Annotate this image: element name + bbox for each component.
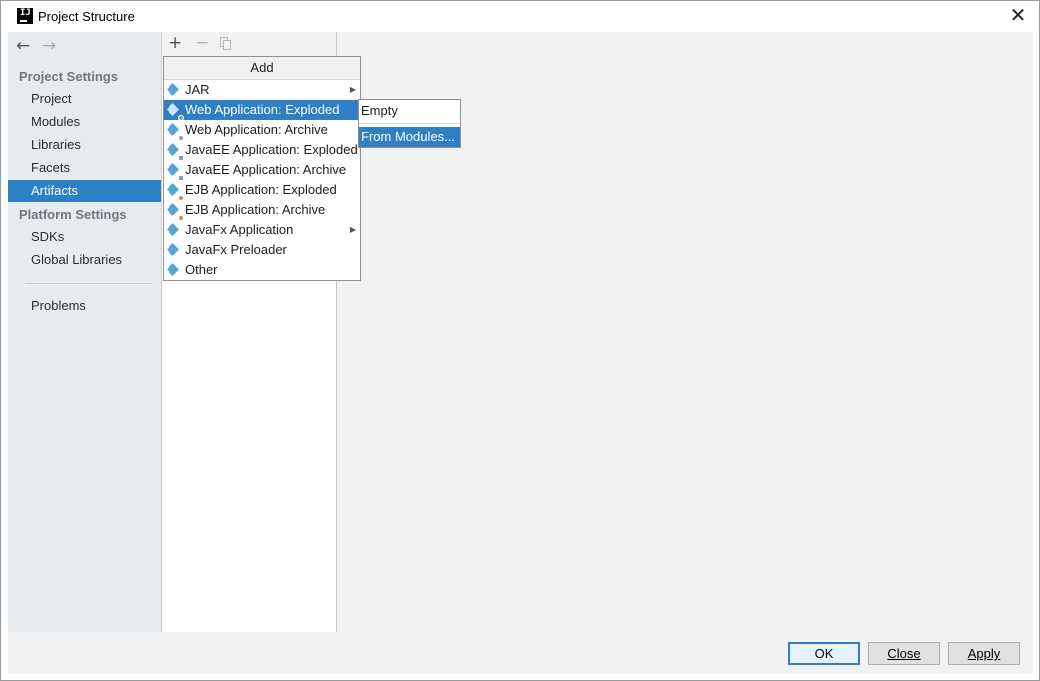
submenu-item-empty[interactable]: Empty <box>359 101 460 121</box>
menu-item-label: JavaFx Preloader <box>185 242 287 257</box>
add-artifact-popup: Add JAR ▶ Web Application: Exploded Web … <box>163 56 361 281</box>
ejb-artifact-icon <box>166 202 184 221</box>
close-button[interactable]: Close <box>868 642 940 665</box>
menu-item-web-application-exploded[interactable]: Web Application: Exploded <box>164 100 360 121</box>
sidebar-item-problems[interactable]: Problems <box>8 295 161 317</box>
artifact-icon <box>166 242 180 257</box>
forward-arrow-icon[interactable]: → <box>42 36 68 56</box>
sidebar-item-facets[interactable]: Facets <box>8 157 161 179</box>
menu-item-label: JAR <box>185 82 210 97</box>
window-title: Project Structure <box>38 9 135 24</box>
menu-item-javafx-application[interactable]: JavaFx Application ▶ <box>164 220 360 240</box>
web-exploded-submenu: Empty From Modules... <box>358 99 461 148</box>
javaee-artifact-icon <box>166 162 184 181</box>
ok-button[interactable]: OK <box>788 642 860 665</box>
sidebar-item-modules[interactable]: Modules <box>8 111 161 133</box>
back-arrow-icon[interactable]: ← <box>16 36 42 56</box>
menu-item-jar[interactable]: JAR ▶ <box>164 80 360 100</box>
menu-item-label: EJB Application: Exploded <box>185 182 337 197</box>
menu-item-javaee-application-archive[interactable]: JavaEE Application: Archive <box>164 160 360 181</box>
submenu-divider <box>359 123 460 124</box>
menu-item-label: JavaFx Application <box>185 222 294 237</box>
add-icon[interactable]: + <box>168 33 182 53</box>
sidebar: ← → Project Settings Project Modules Libr… <box>8 32 162 632</box>
sidebar-item-global-libraries[interactable]: Global Libraries <box>8 249 161 271</box>
menu-item-label: Web Application: Exploded <box>185 102 340 117</box>
submenu-arrow-icon: ▶ <box>349 85 356 94</box>
menu-item-web-application-archive[interactable]: Web Application: Archive <box>164 120 360 141</box>
sidebar-item-project[interactable]: Project <box>8 88 161 110</box>
menu-item-label: JavaEE Application: Exploded <box>185 142 358 157</box>
menu-item-javafx-preloader[interactable]: JavaFx Preloader <box>164 240 360 260</box>
sidebar-divider <box>25 283 152 284</box>
artifact-icon <box>166 82 180 97</box>
menu-item-label: JavaEE Application: Archive <box>185 162 347 177</box>
popup-header: Add <box>164 57 360 80</box>
ejb-artifact-icon <box>166 182 184 201</box>
title-bar: IJ Project Structure ✕ <box>1 1 1039 32</box>
menu-item-label: EJB Application: Archive <box>185 202 326 217</box>
web-artifact-icon <box>166 102 184 121</box>
artifact-icon <box>166 262 180 277</box>
project-settings-header: Project Settings <box>19 69 118 84</box>
sidebar-item-libraries[interactable]: Libraries <box>8 134 161 156</box>
dialog-body: ← → Project Settings Project Modules Libr… <box>8 32 1033 674</box>
project-structure-dialog: IJ Project Structure ✕ ← → Project Settin… <box>0 0 1040 681</box>
sidebar-item-sdks[interactable]: SDKs <box>8 226 161 248</box>
copy-icon[interactable] <box>220 37 232 50</box>
remove-icon[interactable]: − <box>195 33 209 53</box>
sidebar-item-artifacts[interactable]: Artifacts <box>8 180 161 202</box>
close-window-icon[interactable]: ✕ <box>1007 4 1029 26</box>
menu-item-other[interactable]: Other <box>164 260 360 280</box>
menu-item-ejb-application-archive[interactable]: EJB Application: Archive <box>164 200 360 221</box>
apply-button[interactable]: Apply <box>948 642 1020 665</box>
artifacts-toolbar: + − <box>162 32 336 56</box>
apply-button-label: Apply <box>967 646 1001 661</box>
menu-item-ejb-application-exploded[interactable]: EJB Application: Exploded <box>164 180 360 201</box>
menu-item-label: Web Application: Archive <box>185 122 328 137</box>
javaee-artifact-icon <box>166 142 184 161</box>
platform-settings-header: Platform Settings <box>19 207 127 222</box>
nav-arrows: ← → <box>16 36 68 56</box>
web-artifact-icon <box>166 122 184 141</box>
submenu-arrow-icon: ▶ <box>349 225 356 234</box>
close-button-label: Close <box>887 646 921 661</box>
menu-item-label: Other <box>185 262 218 277</box>
submenu-item-from-modules[interactable]: From Modules... <box>359 127 460 147</box>
artifact-icon <box>166 222 180 237</box>
intellij-logo-icon: IJ <box>17 8 33 24</box>
menu-item-javaee-application-exploded[interactable]: JavaEE Application: Exploded <box>164 140 360 161</box>
